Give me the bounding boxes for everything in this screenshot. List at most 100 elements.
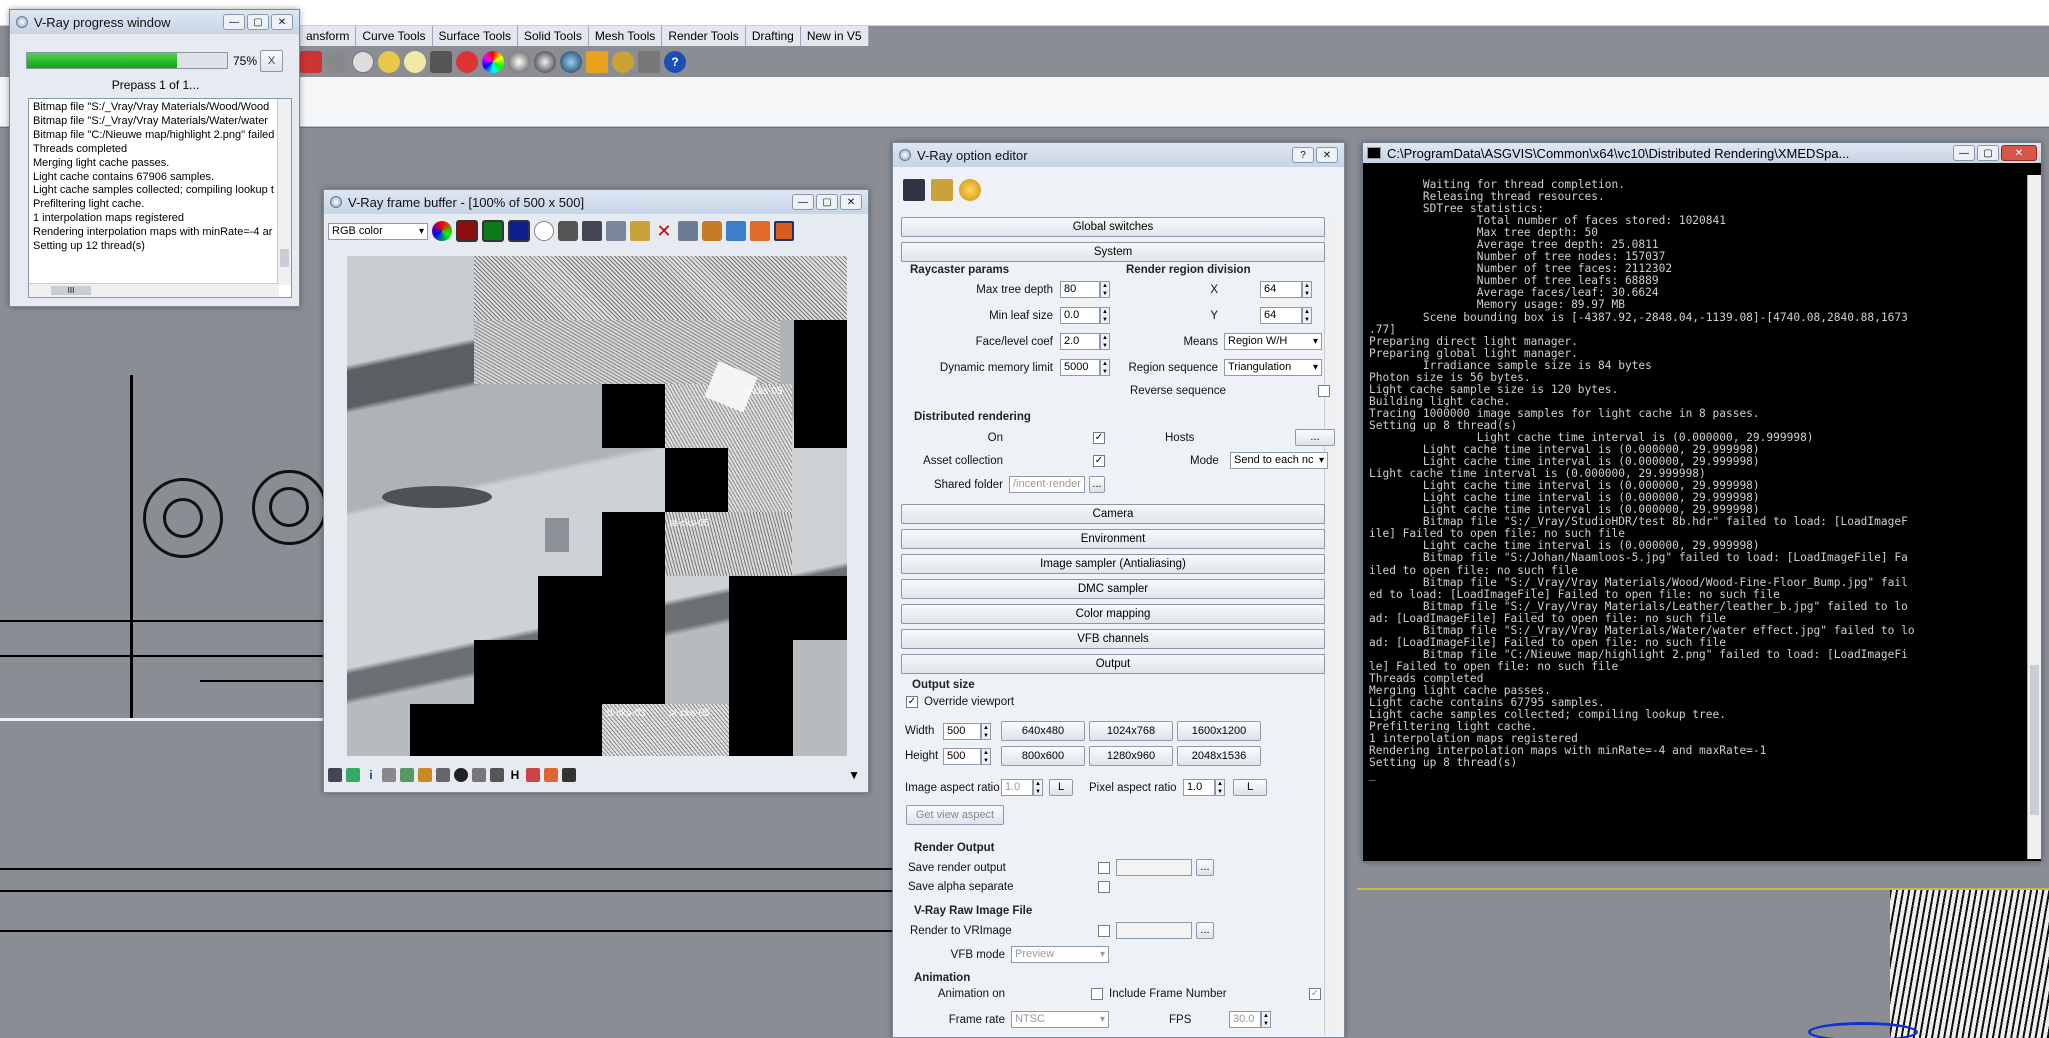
spinner-icon[interactable]: ▲ ▼ <box>1302 281 1312 298</box>
shared-folder-browse-button[interactable]: ... <box>1089 476 1105 493</box>
console-scroll-thumb[interactable] <box>2030 665 2039 815</box>
fps-input[interactable]: 30.0 <box>1229 1011 1261 1028</box>
close-button[interactable]: ✕ <box>271 14 293 30</box>
spinner-icon[interactable]: ▲ ▼ <box>1215 779 1225 796</box>
render-sphere-icon[interactable] <box>534 51 556 73</box>
asset-collection-checkbox[interactable]: ✓ <box>1093 454 1105 467</box>
spinner-icon[interactable]: ▲ ▼ <box>1261 1011 1271 1028</box>
rollout-camera[interactable]: Camera <box>901 504 1325 524</box>
clear-image-icon[interactable]: ✕ <box>654 221 674 241</box>
pixel-aspect-lock-button[interactable]: L <box>1233 779 1267 796</box>
help-button[interactable]: ? <box>1292 147 1314 163</box>
vrimage-browse-button[interactable]: ... <box>1196 922 1214 939</box>
shared-folder-input[interactable]: /incent-render <box>1009 476 1085 493</box>
rollout-dmc-sampler[interactable]: DMC sampler <box>901 579 1325 599</box>
spinner-icon[interactable]: ▲ ▼ <box>1100 359 1110 376</box>
green-channel-icon[interactable] <box>482 220 504 242</box>
spinner-icon[interactable]: ▲ ▼ <box>1100 333 1110 350</box>
region-sequence-select[interactable]: Triangulation <box>1224 359 1322 376</box>
material-icon[interactable] <box>456 51 478 73</box>
hdr-icon[interactable]: H <box>508 768 522 782</box>
maximize-button[interactable]: ▢ <box>247 14 269 30</box>
open-options-icon[interactable] <box>931 179 953 201</box>
tab-curve-tools[interactable]: Curve Tools <box>356 26 433 46</box>
red-channel-icon[interactable] <box>456 220 478 242</box>
lut-icon[interactable] <box>490 768 504 782</box>
help-icon[interactable]: ? <box>664 51 686 73</box>
preset-1024-button[interactable]: 1024x768 <box>1089 721 1173 741</box>
tab-drafting[interactable]: Drafting <box>745 26 801 46</box>
hsl-icon[interactable] <box>436 768 450 782</box>
ocio-icon[interactable] <box>526 768 540 782</box>
preset-1280-button[interactable]: 1280x960 <box>1089 746 1173 766</box>
progress-log[interactable]: Bitmap file "S:/_Vray/Vray Materials/Woo… <box>28 98 292 298</box>
vrimage-path-input[interactable] <box>1116 922 1192 939</box>
min-leaf-size-input[interactable]: 0.0 <box>1060 307 1100 324</box>
rollout-system[interactable]: System <box>901 242 1325 262</box>
cancel-render-button[interactable]: X <box>260 50 283 72</box>
dynamic-memory-input[interactable]: 5000 <box>1060 359 1100 376</box>
close-button[interactable]: ✕ <box>2001 145 2037 161</box>
close-button[interactable]: ✕ <box>840 194 862 210</box>
expand-icon[interactable]: ▼ <box>848 768 860 782</box>
log-vscroll-thumb[interactable] <box>280 249 289 267</box>
minimize-button[interactable]: — <box>223 14 245 30</box>
hosts-button[interactable]: ... <box>1295 429 1335 446</box>
image-aspect-lock-button[interactable]: L <box>1049 779 1073 796</box>
spinner-icon[interactable]: ▲ ▼ <box>1302 307 1312 324</box>
preset-640-button[interactable]: 640x480 <box>1001 721 1085 741</box>
tab-solid-tools[interactable]: Solid Tools <box>518 26 589 46</box>
icc-icon[interactable] <box>544 768 558 782</box>
option-editor-scrollbar[interactable] <box>1324 217 1338 1035</box>
sphere-icon[interactable] <box>508 51 530 73</box>
preset-800-button[interactable]: 800x600 <box>1001 746 1085 766</box>
progress-title-bar[interactable]: V-Ray progress window — ▢ ✕ <box>10 10 299 34</box>
region-render-icon[interactable] <box>678 221 698 241</box>
dr-mode-select[interactable]: Send to each nc <box>1230 452 1328 469</box>
maximize-button[interactable]: ▢ <box>1977 145 1999 161</box>
spinner-icon[interactable]: ▲ ▼ <box>1100 281 1110 298</box>
target-icon[interactable] <box>352 51 374 73</box>
save-render-browse-button[interactable]: ... <box>1196 859 1214 876</box>
log-vscrollbar[interactable] <box>277 99 291 285</box>
stereo-icon[interactable] <box>472 768 486 782</box>
reset-options-icon[interactable] <box>959 179 981 201</box>
save-render-checkbox[interactable] <box>1098 861 1110 874</box>
rollout-environment[interactable]: Environment <box>901 529 1325 549</box>
rollout-image-sampler[interactable]: Image sampler (Antialiasing) <box>901 554 1325 574</box>
width-input[interactable]: 500 <box>943 722 981 740</box>
preset-2048-button[interactable]: 2048x1536 <box>1177 746 1261 766</box>
get-view-aspect-button[interactable]: Get view aspect <box>906 805 1004 825</box>
dr-on-checkbox[interactable]: ✓ <box>1093 431 1105 444</box>
mono-channel-icon[interactable] <box>558 221 578 241</box>
info-icon[interactable]: i <box>364 768 378 782</box>
save-alpha-checkbox[interactable] <box>1098 881 1110 893</box>
layers-icon[interactable] <box>346 768 360 782</box>
tab-new-in-v5[interactable]: New in V5 <box>800 26 869 46</box>
history-icon[interactable] <box>328 768 342 782</box>
spinner-icon[interactable]: ▲ ▼ <box>1033 779 1043 796</box>
console-title-bar[interactable]: C:\ProgramData\ASGVIS\Common\x64\vc10\Di… <box>1363 143 2041 163</box>
means-select[interactable]: Region W/H <box>1224 333 1322 350</box>
blue-channel-icon[interactable] <box>508 220 530 242</box>
minimize-button[interactable]: — <box>792 194 814 210</box>
link-icon[interactable] <box>726 221 746 241</box>
open-folder-icon[interactable] <box>630 221 650 241</box>
environment-icon[interactable] <box>560 51 582 73</box>
rollout-color-mapping[interactable]: Color mapping <box>901 604 1325 624</box>
spinner-icon[interactable]: ▲ ▼ <box>981 747 991 765</box>
teapot-icon[interactable] <box>702 221 722 241</box>
override-viewport-checkbox[interactable]: ✓ <box>906 696 918 708</box>
channel-select[interactable]: RGB color <box>328 222 428 240</box>
region-x-input[interactable]: 64 <box>1260 281 1302 298</box>
minimize-button[interactable]: — <box>1953 145 1975 161</box>
animation-on-checkbox[interactable] <box>1091 988 1103 1000</box>
max-tree-depth-input[interactable]: 80 <box>1060 281 1100 298</box>
gear-icon[interactable] <box>612 51 634 73</box>
console-output[interactable]: Waiting for thread completion. Releasing… <box>1363 175 2025 859</box>
vfb-mode-select[interactable]: Preview <box>1011 946 1109 963</box>
face-level-coef-input[interactable]: 2.0 <box>1060 333 1100 350</box>
bulb-icon[interactable] <box>404 51 426 73</box>
spinner-icon[interactable]: ▲ ▼ <box>1100 307 1110 324</box>
save-all-icon[interactable] <box>606 221 626 241</box>
